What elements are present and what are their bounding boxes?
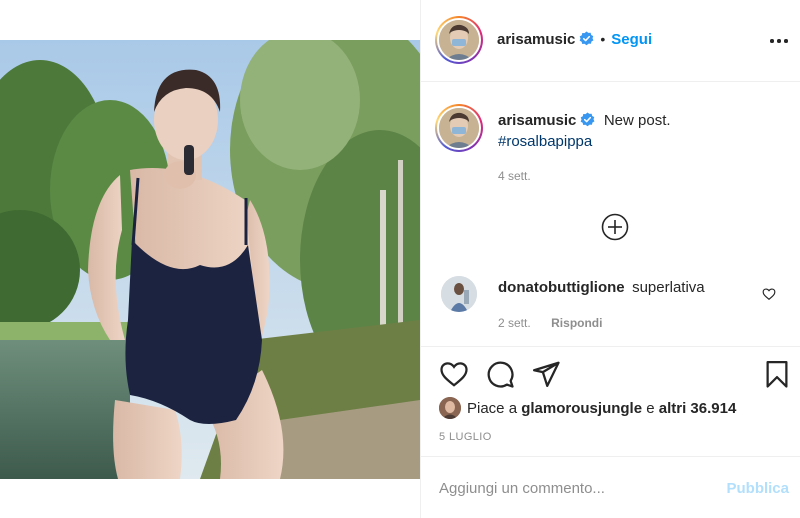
more-options-icon[interactable] (769, 30, 789, 50)
caption-author-avatar[interactable] (435, 104, 483, 152)
header-separator: • (600, 31, 606, 47)
likes-user[interactable]: glamorousjungle (521, 400, 642, 417)
likes-others[interactable]: altri 36.914 (659, 400, 737, 417)
reply-button[interactable]: Rispondi (551, 316, 602, 330)
verified-badge-icon (581, 112, 595, 127)
bookmark-icon[interactable] (762, 359, 792, 389)
post-header: arisamusic • Segui (421, 0, 800, 82)
caption-time[interactable]: 4 sett. (498, 169, 788, 183)
caption: arisamusic New post. #rosalbapippa 4 set… (498, 112, 788, 183)
caption-text: New post. (603, 112, 671, 129)
likes-summary: Piace a glamorousjungle e altri 36.914 (467, 400, 736, 417)
caption-username[interactable]: arisamusic (498, 112, 576, 129)
commenter-avatar[interactable] (441, 276, 477, 312)
verified-badge-icon (580, 31, 594, 46)
plus-circle-icon[interactable] (601, 213, 629, 241)
likes-prefix: Piace a (467, 400, 518, 417)
post-media (0, 0, 420, 518)
comment-input[interactable] (439, 475, 699, 501)
heart-icon[interactable] (439, 359, 469, 389)
comment-bubble-icon[interactable] (485, 359, 515, 389)
author-username[interactable]: arisamusic (497, 31, 575, 48)
caption-hashtag[interactable]: #rosalbapippa (498, 133, 592, 150)
comment-text: superlativa (632, 279, 705, 296)
post-date[interactable]: 5 LUGLIO (439, 431, 492, 443)
paper-plane-icon[interactable] (531, 359, 561, 389)
post-photo[interactable] (0, 40, 420, 479)
comment-time[interactable]: 2 sett. (498, 316, 531, 330)
author-avatar[interactable] (435, 16, 483, 64)
post-actions: Piace a glamorousjungle e altri 36.914 5… (421, 346, 800, 456)
add-comment-bar: Pubblica (421, 456, 800, 518)
likes-conjunction: e (646, 400, 655, 417)
comment-username[interactable]: donatobuttiglione (498, 279, 625, 296)
follow-button[interactable]: Segui (611, 31, 652, 48)
liker-avatar[interactable] (439, 397, 461, 419)
publish-button[interactable]: Pubblica (726, 480, 789, 497)
post-info-panel: arisamusic • Segui arisamusic New post. #r… (420, 0, 800, 518)
comment-like-icon[interactable] (762, 287, 776, 301)
